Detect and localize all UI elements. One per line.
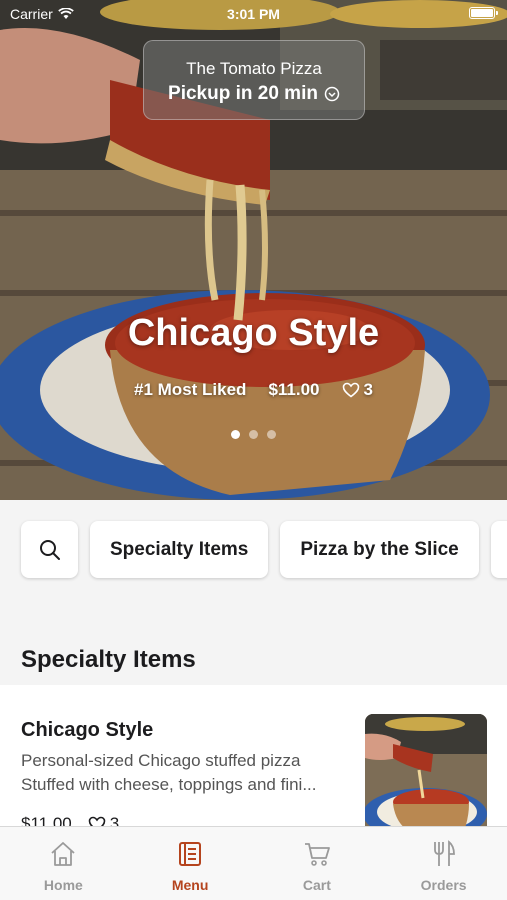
hero-banner[interactable]: Carrier 3:01 PM The Tomato Pizza Pickup …	[0, 0, 507, 500]
tab-label: Menu	[171, 877, 209, 893]
menu-item-description: Personal-sized Chicago stuffed pizza Stu…	[21, 749, 351, 797]
tab-label: Home	[43, 877, 83, 893]
heart-icon	[88, 816, 106, 826]
home-icon	[51, 842, 75, 866]
category-chip-pizza-by-the-slice[interactable]: Pizza by the Slice	[280, 521, 479, 578]
menu-item-meta: $11.00 3	[21, 814, 119, 826]
hero-likes: 3	[342, 380, 373, 400]
hero-meta: #1 Most Liked $11.00 3	[0, 380, 507, 400]
heart-icon	[342, 382, 359, 398]
pickup-time: Pickup in 20 min	[144, 83, 364, 105]
section-title: Specialty Items	[21, 646, 196, 673]
menu-book-icon	[179, 842, 202, 866]
tab-cart[interactable]: Cart	[254, 827, 381, 900]
search-button[interactable]	[21, 521, 78, 578]
carousel-dot[interactable]	[231, 430, 240, 439]
tab-bar: Home Menu Cart Orders	[0, 826, 507, 900]
menu-item-description-line: Personal-sized Chicago stuffed pizza	[21, 751, 301, 770]
menu-item-description-line: Stuffed with cheese, toppings and fini..…	[21, 775, 317, 794]
tab-label: Cart	[302, 877, 331, 893]
hero-likes-count: 3	[363, 380, 373, 399]
menu-item-likes: 3	[88, 814, 119, 826]
hero-title: Chicago Style	[127, 312, 380, 354]
category-chip-specialty-items[interactable]: Specialty Items	[90, 521, 269, 578]
chevron-down-circle-icon	[324, 86, 340, 102]
carousel-dot[interactable]	[267, 430, 276, 439]
search-icon	[39, 539, 60, 560]
menu-item-name: Chicago Style	[21, 719, 154, 741]
pickup-label: Pickup in 20 min	[168, 83, 318, 104]
status-bar: Carrier 3:01 PM	[0, 0, 507, 28]
carousel-page-indicator[interactable]	[0, 430, 507, 439]
menu-item-thumbnail	[365, 714, 487, 826]
menu-item-likes-count: 3	[109, 814, 120, 826]
pizza-thumbnail-image	[365, 714, 487, 826]
menu-item[interactable]: Chicago Style Personal-sized Chicago stu…	[0, 686, 507, 826]
battery-icon	[469, 7, 498, 19]
menu-item-price: $11.00	[21, 814, 72, 826]
cart-icon	[304, 843, 330, 866]
category-chip-more[interactable]	[490, 521, 507, 578]
store-name: The Tomato Pizza	[186, 59, 322, 78]
tab-menu[interactable]: Menu	[127, 827, 254, 900]
fork-knife-icon	[433, 840, 455, 866]
hero-price: $11.00	[268, 380, 320, 399]
tab-label: Orders	[420, 877, 467, 893]
tab-home[interactable]: Home	[0, 827, 127, 900]
category-section: Specialty Items Pizza by the Slice Speci…	[0, 500, 507, 685]
category-chips[interactable]: Specialty Items Pizza by the Slice	[21, 521, 507, 578]
tab-orders[interactable]: Orders	[380, 827, 507, 900]
carousel-dot[interactable]	[249, 430, 258, 439]
pickup-selector[interactable]: The Tomato Pizza Pickup in 20 min	[143, 40, 365, 120]
clock: 3:01 PM	[227, 6, 280, 22]
hero-rank: #1 Most Liked	[134, 380, 247, 399]
